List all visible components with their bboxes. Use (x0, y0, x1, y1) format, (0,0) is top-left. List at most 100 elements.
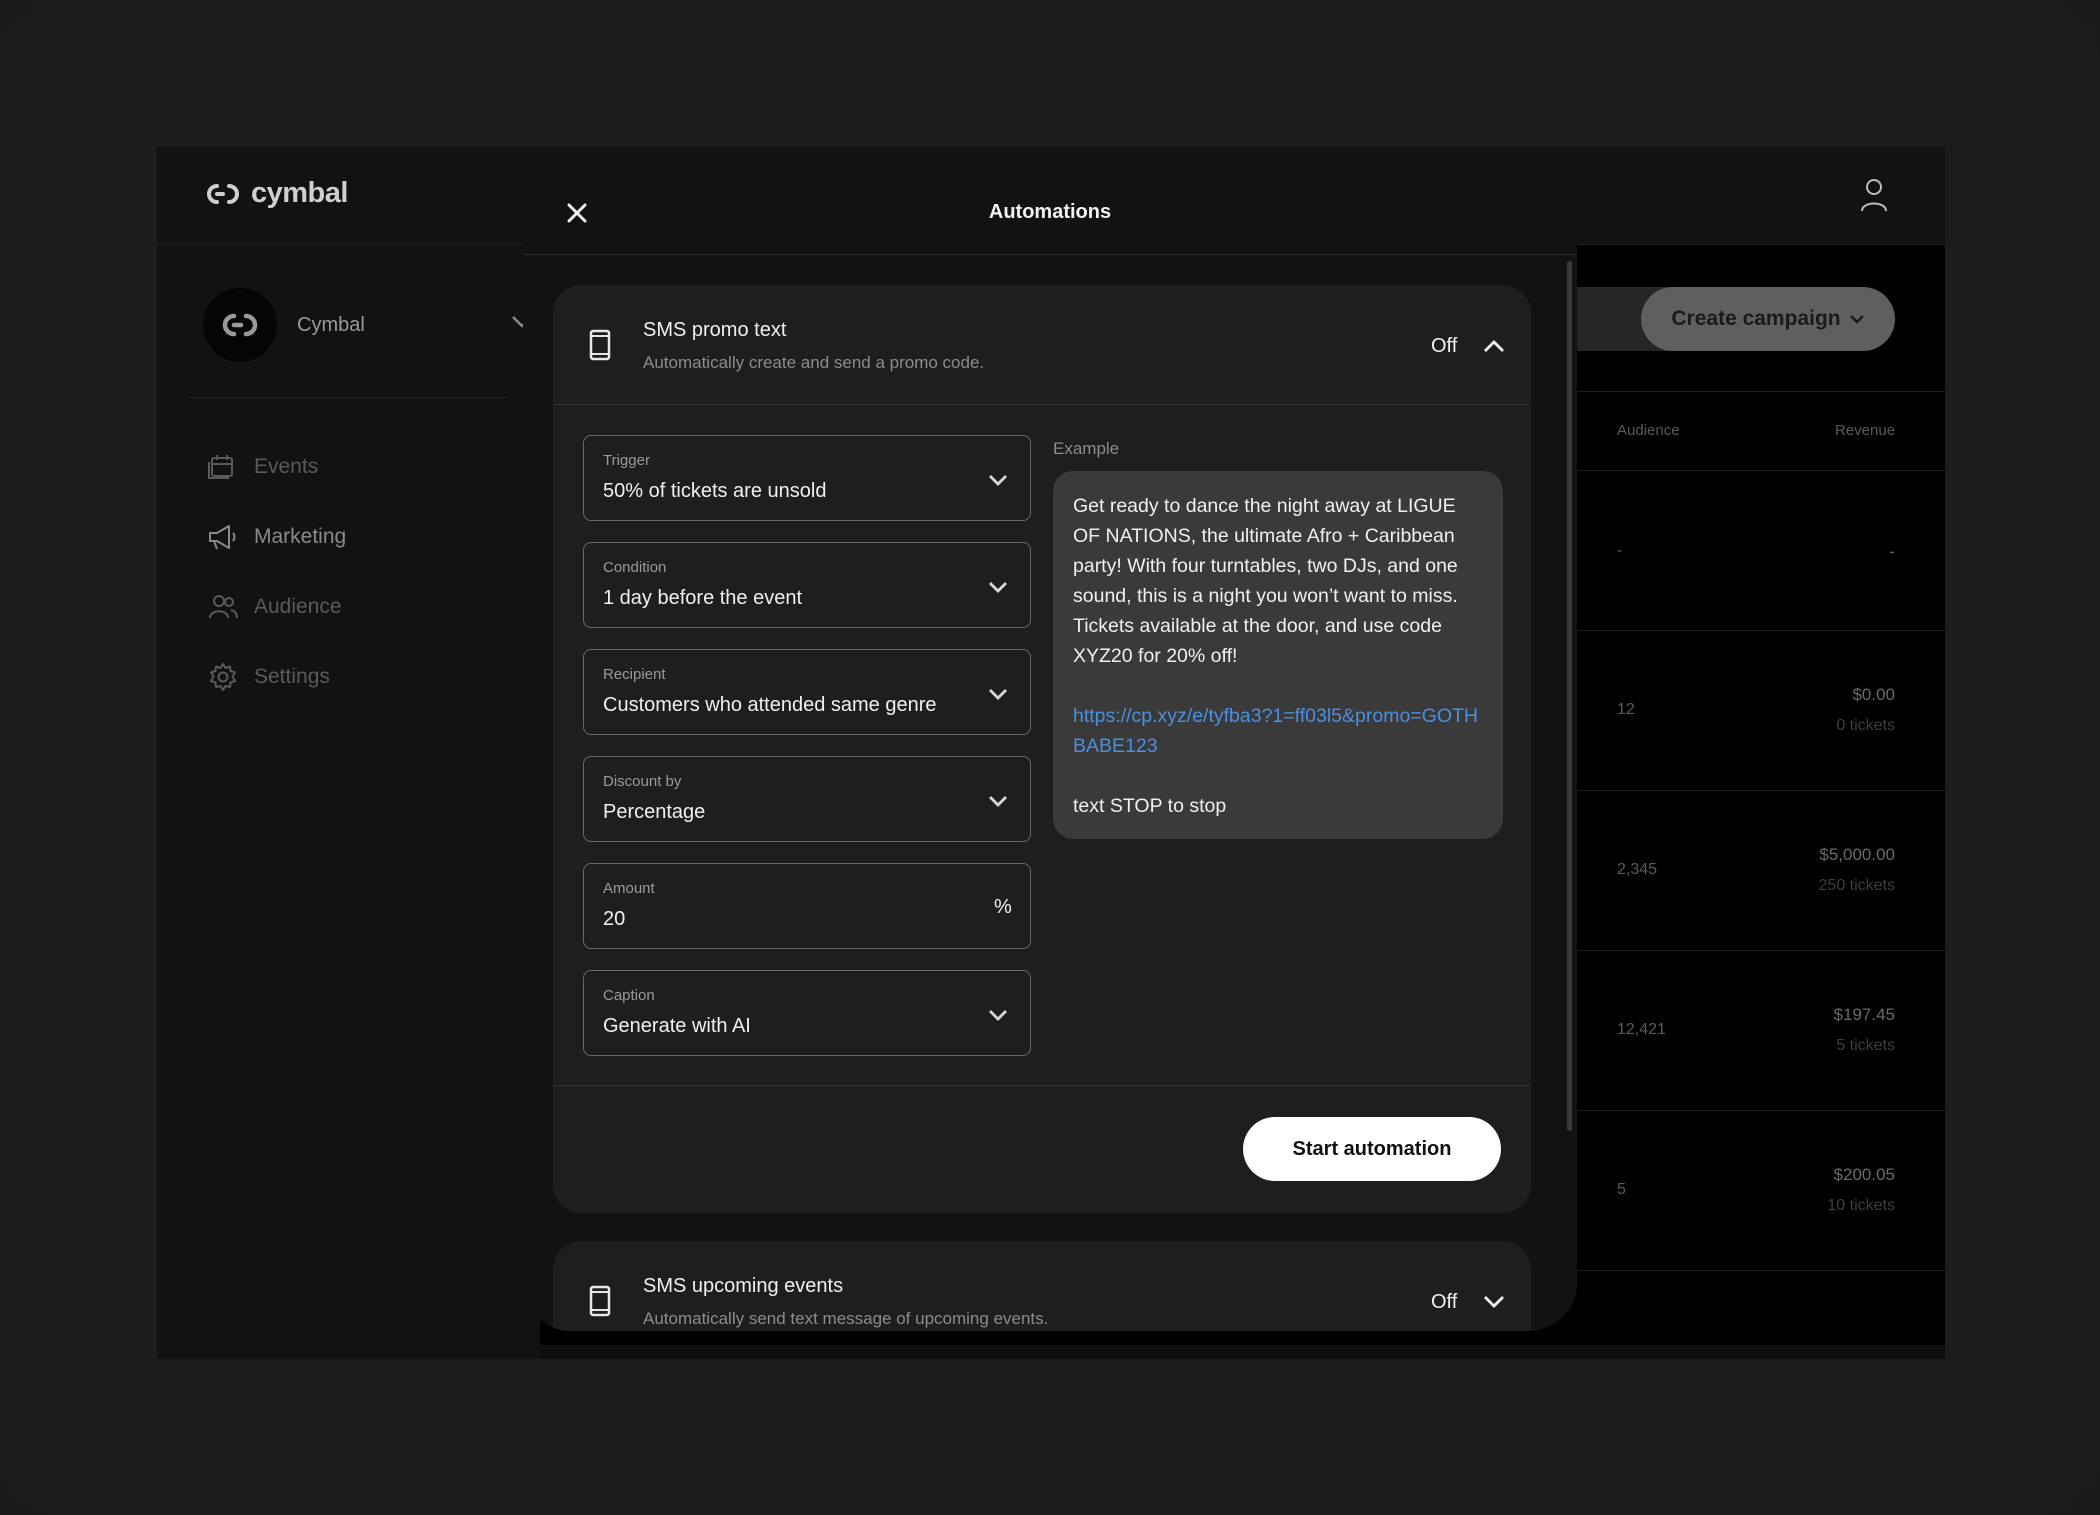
caption-select[interactable]: Caption Generate with AI (583, 970, 1031, 1056)
start-automation-label: Start automation (1292, 1137, 1452, 1160)
discount-by-select[interactable]: Discount by Percentage (583, 756, 1031, 842)
cymbal-logo-icon (207, 183, 239, 204)
table-row-divider (1577, 1110, 1945, 1111)
automation-card-header[interactable]: SMS upcoming events Automatically send t… (553, 1241, 1531, 1331)
main-footer-strip (540, 1345, 1945, 1359)
example-label: Example (1053, 439, 1120, 458)
table-cell-tickets: 5 tickets (1836, 1037, 1895, 1054)
org-name: Cymbal (297, 313, 365, 336)
user-icon[interactable] (1859, 177, 1889, 213)
automation-status: Off (1431, 335, 1458, 357)
condition-select[interactable]: Condition 1 day before the event (583, 542, 1031, 628)
sidebar-item-marketing[interactable]: Marketing (207, 521, 346, 553)
amount-input[interactable]: Amount 20 % (583, 863, 1031, 949)
chevron-up-icon[interactable] (1483, 339, 1505, 353)
table-cell-tickets: 250 tickets (1818, 877, 1895, 894)
sidebar-item-label: Audience (254, 595, 342, 618)
column-header-revenue[interactable]: Revenue (1835, 422, 1895, 439)
field-label: Caption (603, 987, 655, 1004)
field-label: Condition (603, 559, 667, 576)
phone-icon (589, 1285, 611, 1317)
table-divider (1577, 391, 1945, 392)
table-cell-tickets: 0 tickets (1836, 717, 1895, 734)
field-value: Customers who attended same genre (603, 694, 937, 716)
create-campaign-button[interactable]: Create campaign (1641, 287, 1895, 351)
chevron-down-icon (989, 689, 1007, 700)
device-frame: cymbal Cymbal Events Marketing Audience … (0, 0, 2100, 1515)
field-label: Discount by (603, 773, 682, 790)
brand-name: cymbal (251, 177, 348, 209)
example-stop-text: text STOP to stop (1073, 795, 1227, 817)
table-cell-audience: 12,421 (1617, 1021, 1666, 1038)
cymbal-logo[interactable]: cymbal (203, 177, 348, 210)
table-cell-audience: 2,345 (1617, 861, 1658, 878)
automation-subtitle: Automatically send text message of upcom… (643, 1309, 1049, 1328)
example-promo-link[interactable]: https://cp.xyz/e/tyfba3?1=ff03l5&promo=G… (1073, 701, 1483, 761)
sidebar-nav: Events Marketing Audience Settings (207, 451, 346, 731)
table-cell-revenue: - (1889, 542, 1895, 561)
automation-title: SMS upcoming events (643, 1275, 844, 1297)
example-message-text: Get ready to dance the night away at LIG… (1073, 495, 1458, 667)
chevron-down-icon (989, 475, 1007, 486)
card-divider (553, 1085, 1531, 1086)
field-value: Percentage (603, 801, 706, 823)
automation-status: Off (1431, 1291, 1458, 1313)
table-cell-revenue: $5,000.00 (1819, 845, 1895, 864)
table-cell-revenue: $0.00 (1852, 685, 1895, 704)
phone-icon (589, 329, 611, 361)
modal-header: Automations (523, 171, 1577, 255)
org-switcher[interactable]: Cymbal (203, 287, 532, 363)
automation-subtitle: Automatically create and send a promo co… (643, 353, 985, 372)
automation-card-sms-promo: SMS promo text Automatically create and … (553, 285, 1531, 1213)
table-row-divider (1577, 950, 1945, 951)
field-label: Amount (603, 880, 655, 897)
modal-scrollbar[interactable] (1567, 261, 1572, 1131)
automation-card-header[interactable]: SMS promo text Automatically create and … (553, 285, 1531, 405)
field-label: Trigger (603, 452, 650, 469)
automation-title: SMS promo text (643, 319, 787, 341)
sidebar-item-label: Events (254, 455, 319, 478)
users-icon (209, 595, 238, 619)
create-campaign-label: Create campaign (1671, 307, 1841, 330)
field-value: Generate with AI (603, 1015, 751, 1037)
sidebar-item-label: Marketing (254, 525, 347, 548)
table-row-divider (1577, 1270, 1945, 1271)
table-cell-tickets: 10 tickets (1827, 1197, 1895, 1214)
recipient-select[interactable]: Recipient Customers who attended same ge… (583, 649, 1031, 735)
example-message-bubble: Get ready to dance the night away at LIG… (1053, 471, 1503, 839)
automation-card-sms-upcoming: SMS upcoming events Automatically send t… (553, 1241, 1531, 1331)
table-cell-audience: 5 (1617, 1181, 1626, 1198)
table-cell-audience: - (1617, 542, 1623, 559)
field-value: 20 (603, 908, 626, 930)
table-cell-revenue: $197.45 (1833, 1005, 1895, 1024)
column-header-audience[interactable]: Audience (1617, 422, 1680, 439)
field-label: Recipient (603, 666, 666, 683)
field-value: 1 day before the event (603, 587, 803, 609)
table-row-divider (1577, 470, 1945, 471)
start-automation-button[interactable]: Start automation (1243, 1117, 1501, 1181)
chevron-down-icon (1849, 315, 1864, 324)
table-cell-audience: 12 (1617, 701, 1635, 718)
modal-title: Automations (988, 201, 1112, 223)
trigger-select[interactable]: Trigger 50% of tickets are unsold (583, 435, 1031, 521)
automations-modal: Automations SMS promo text Automatically… (523, 171, 1577, 1331)
megaphone-icon (209, 525, 236, 550)
table-cell-revenue: $200.05 (1833, 1165, 1895, 1184)
sidebar-item-audience[interactable]: Audience (207, 591, 346, 623)
field-value: 50% of tickets are unsold (603, 480, 827, 502)
calendar-icon (208, 455, 233, 479)
org-avatar (203, 288, 277, 362)
percent-unit: % (994, 896, 1012, 918)
chevron-down-icon (989, 1010, 1007, 1021)
table-row-divider (1577, 790, 1945, 791)
chevron-down-icon[interactable] (1483, 1295, 1505, 1309)
sidebar-item-label: Settings (254, 665, 330, 688)
chevron-down-icon (989, 582, 1007, 593)
sidebar: Cymbal Events Marketing Audience Setting… (157, 245, 540, 1359)
sidebar-item-events[interactable]: Events (207, 451, 346, 483)
sidebar-item-settings[interactable]: Settings (207, 661, 346, 693)
gear-icon (210, 663, 236, 691)
cymbal-logo-icon (222, 313, 258, 337)
chevron-down-icon (989, 796, 1007, 807)
sidebar-divider (187, 397, 509, 398)
